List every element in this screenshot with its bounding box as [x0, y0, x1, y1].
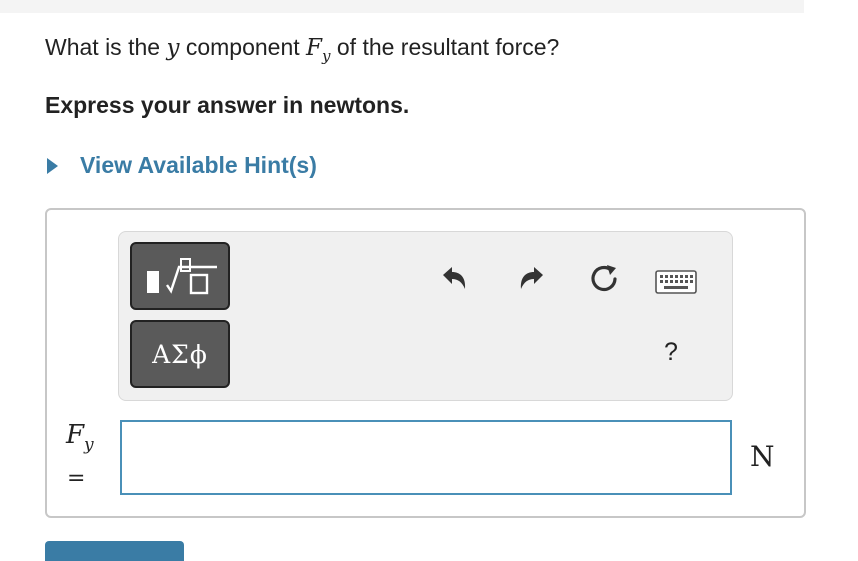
- view-hints-link[interactable]: View Available Hint(s): [45, 152, 317, 179]
- instruction-text: Express your answer in newtons.: [45, 92, 410, 118]
- question-prefix: What is the: [45, 34, 167, 60]
- answer-input[interactable]: [120, 420, 732, 495]
- answer-label-main: F: [66, 420, 85, 450]
- reset-icon: [591, 265, 617, 292]
- submit-button[interactable]: [45, 541, 184, 561]
- question-middle: component: [179, 34, 307, 60]
- answer-label-sub: y: [84, 435, 94, 455]
- undo-icon: [443, 267, 466, 289]
- keyboard-icon: [655, 270, 697, 294]
- templates-sqrt-icon: [147, 258, 217, 295]
- reset-button[interactable]: [584, 258, 624, 298]
- answer-unit: N: [750, 440, 775, 473]
- templates-button[interactable]: [130, 242, 230, 310]
- undo-button[interactable]: [436, 260, 472, 296]
- question-suffix: of the resultant force?: [330, 34, 560, 60]
- keyboard-button[interactable]: [654, 268, 698, 296]
- greek-symbols-label: ΑΣϕ: [152, 339, 208, 369]
- question-text: What is the y component Fy of the result…: [45, 34, 560, 65]
- answer-label: Fy: [66, 420, 94, 455]
- question-symbol-main: F: [306, 35, 322, 61]
- help-button[interactable]: ?: [664, 338, 678, 367]
- view-hints-label: View Available Hint(s): [80, 152, 317, 178]
- question-symbol-sub: y: [322, 47, 331, 65]
- greek-symbols-button[interactable]: ΑΣϕ: [130, 320, 230, 388]
- top-bar: [0, 0, 804, 13]
- redo-icon: [520, 267, 543, 289]
- answer-equals: =: [67, 466, 86, 491]
- expand-triangle-icon: [47, 157, 58, 174]
- question-var-y: y: [166, 35, 180, 61]
- redo-button[interactable]: [514, 260, 550, 296]
